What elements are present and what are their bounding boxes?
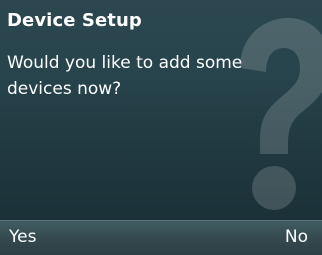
dialog-message: Would you like to add some devices now? (7, 53, 243, 99)
question-mark-icon (240, 18, 322, 210)
dialog-content: Device Setup Would you like to add some … (0, 0, 322, 220)
device-setup-screen: Device Setup Would you like to add some … (0, 0, 322, 255)
softkey-bar: Yes No (0, 220, 322, 255)
no-softkey[interactable]: No (285, 227, 308, 247)
yes-softkey[interactable]: Yes (9, 227, 36, 247)
dialog-title: Device Setup (7, 10, 142, 31)
